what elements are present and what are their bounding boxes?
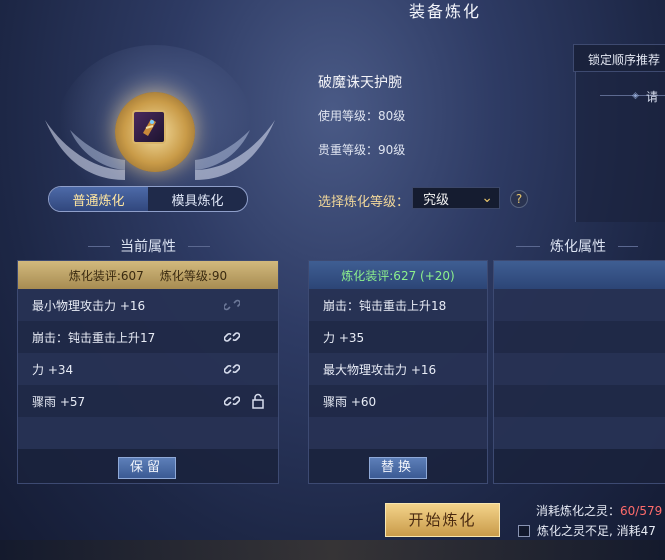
keep-button[interactable]: 保留	[118, 457, 176, 479]
refined-attrs-title: 炼化属性	[550, 239, 606, 255]
attr-row-empty	[494, 321, 665, 353]
divider	[618, 246, 638, 247]
attr-row: 崩击：钝击重击上升17	[18, 321, 278, 353]
attr-row: 最小物理攻击力 +16	[18, 289, 278, 321]
attr-text: 力 +35	[323, 330, 365, 345]
attr-row: 骤雨 +60	[309, 385, 487, 417]
refined-attrs-panel: 炼化装评:627 (+20) 崩击：钝击重击上升18 力 +35 最大物理攻击力…	[308, 260, 488, 484]
link-broken-icon[interactable]	[224, 297, 240, 313]
item-name: 破魔诛天护腕	[318, 75, 402, 91]
current-level: 炼化等级:90	[159, 268, 228, 283]
diamond-icon: ◈	[632, 91, 639, 101]
attr-row: 力 +35	[309, 321, 487, 353]
refine-level-label: 选择炼化等级：	[318, 195, 410, 210]
attr-row: 骤雨 +57	[18, 385, 278, 417]
use-level: 使用等级：80级	[318, 109, 406, 123]
attr-text: 崩击：钝击重击上升17	[32, 330, 156, 345]
attr-text: 力 +34	[32, 362, 74, 377]
attr-row-empty	[494, 385, 665, 417]
right-wing-ornament	[195, 120, 275, 180]
extra-attrs-panel	[493, 260, 665, 484]
tab-normal-refine[interactable]: 普通炼化	[49, 187, 148, 211]
insufficient-row: 炼化之灵不足, 消耗47	[518, 522, 656, 539]
side-hint-text: 请	[646, 90, 659, 104]
attr-text: 骤雨 +60	[323, 394, 377, 409]
item-slot[interactable]	[132, 110, 166, 144]
attr-row: 最大物理攻击力 +16	[309, 353, 487, 385]
lock-order-recommend-button[interactable]: 锁定顺序推荐	[573, 44, 665, 72]
attr-row: 力 +34	[18, 353, 278, 385]
current-attrs-title: 当前属性	[120, 239, 176, 255]
refine-level-dropdown[interactable]: 究级 ⌄	[412, 187, 500, 209]
current-score-header: 炼化装评:607 炼化等级:90	[18, 261, 278, 289]
refined-score: 炼化装评:627 (+20)	[341, 268, 455, 283]
chevron-down-icon: ⌄	[481, 190, 493, 206]
attr-row: 崩击：钝击重击上升18	[309, 289, 487, 321]
unlock-icon[interactable]	[250, 393, 266, 409]
link-icon[interactable]	[224, 393, 240, 409]
bottom-strip	[0, 540, 665, 560]
replace-button[interactable]: 替换	[369, 457, 427, 479]
attr-text: 骤雨 +57	[32, 394, 86, 409]
attr-text: 最大物理攻击力 +16	[323, 362, 437, 377]
attr-row-empty	[18, 417, 278, 449]
attr-text: 崩击：钝击重击上升18	[323, 298, 447, 313]
attr-row-empty	[494, 417, 665, 449]
current-score: 炼化装评:607	[68, 268, 144, 283]
tab-mold-refine[interactable]: 模具炼化	[148, 187, 247, 211]
refine-mode-tabs: 普通炼化 模具炼化	[48, 186, 248, 212]
page-title: 装备炼化	[408, 2, 481, 21]
divider	[516, 246, 540, 247]
cost-value: 60/579	[620, 504, 663, 518]
cost-label: 消耗炼化之灵：	[536, 504, 621, 518]
attr-text: 最小物理攻击力 +16	[32, 298, 146, 313]
start-refine-button[interactable]: 开始炼化	[385, 503, 500, 537]
help-icon[interactable]: ?	[510, 190, 528, 208]
link-icon[interactable]	[224, 329, 240, 345]
insufficient-text: 炼化之灵不足, 消耗47	[537, 524, 656, 538]
insufficient-checkbox[interactable]	[518, 524, 530, 537]
attr-row-empty	[309, 417, 487, 449]
link-icon[interactable]	[224, 361, 240, 377]
refine-level-value: 究级	[423, 192, 450, 208]
divider	[188, 246, 210, 247]
extra-panel-header	[494, 261, 665, 289]
bracer-icon	[143, 119, 156, 136]
refined-score-header: 炼化装评:627 (+20)	[309, 261, 487, 289]
cost-text: 消耗炼化之灵：60/579	[536, 502, 662, 519]
rarity-level: 贵重等级：90级	[318, 143, 406, 157]
divider	[88, 246, 110, 247]
attr-row-empty	[494, 289, 665, 321]
attr-row-empty	[494, 353, 665, 385]
current-attrs-panel: 炼化装评:607 炼化等级:90 最小物理攻击力 +16 崩击：钝击重击上升17…	[17, 260, 279, 484]
